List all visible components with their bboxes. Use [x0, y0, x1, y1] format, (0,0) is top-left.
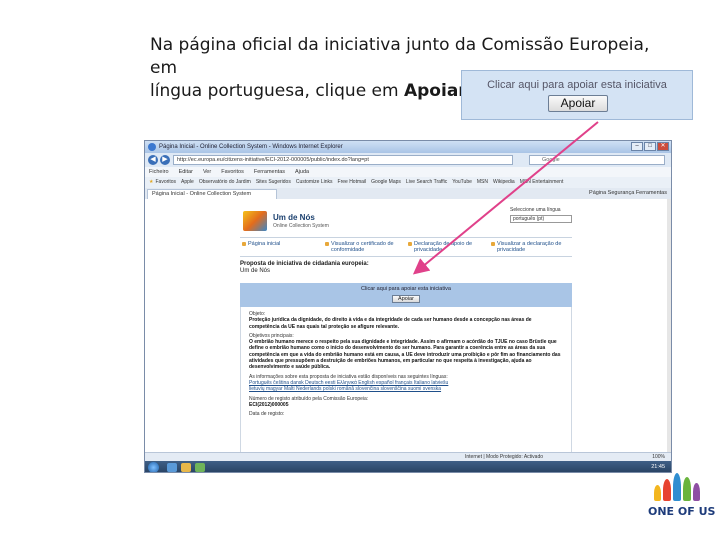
address-bar: ◀ ▶ http://ec.europa.eu/citizens-initiat… [145, 153, 671, 167]
slide-title-apoiar: Apoiar [403, 81, 467, 101]
site-nav: Página inicial Visualizar o certificado … [240, 237, 572, 257]
favorite-link[interactable]: Free Hotmail [338, 177, 367, 188]
slide-title-line2-text: língua portuguesa, clique em [150, 81, 404, 101]
support-callout-text: Clicar aqui para apoiar esta iniciativa [487, 79, 667, 91]
one-of-us-text: ONE OF US [648, 505, 716, 518]
logo-figure [654, 485, 661, 501]
proposal-heading: Proposta de iniciativa de cidadania euro… [240, 261, 572, 275]
data-registo-label: Data de registo: [249, 411, 285, 418]
support-bar: Clicar aqui para apoiar esta iniciativa … [240, 283, 572, 307]
logo-figure [673, 473, 681, 501]
url-input[interactable]: http://ec.europa.eu/citizens-initiative/… [173, 155, 513, 165]
nav-declaracao-privacidade[interactable]: Visualizar a declaração de privacidade [489, 238, 572, 256]
languages-section: As informações sobre esta proposta de in… [249, 374, 563, 393]
maximize-button[interactable]: □ [644, 142, 656, 151]
objeto-section: Objeto: Proteção jurídica da dignidade, … [249, 311, 563, 330]
ie-taskbar-icon[interactable] [167, 463, 177, 472]
page-viewport: Um de Nós Online Collection System Selec… [145, 199, 669, 457]
browser-window: Página Inicial - Online Collection Syste… [144, 140, 672, 473]
window-title: Página Inicial - Online Collection Syste… [159, 144, 343, 150]
site-name: Um de Nós [273, 213, 315, 222]
taskbar: 21:45 [145, 461, 671, 472]
logo-figure [693, 483, 700, 501]
search-input[interactable]: Google [529, 155, 665, 165]
favorite-link[interactable]: Favoritos [149, 177, 176, 188]
favorite-link[interactable]: Google Maps [371, 177, 401, 188]
menu-item-ajuda[interactable]: Ajuda [295, 167, 309, 177]
one-of-us-logo: ONE OF US [640, 462, 716, 518]
menu-item-editar[interactable]: Editar [179, 167, 193, 177]
window-controls: – □ ✕ [630, 142, 669, 152]
menu-item-ferramentas[interactable]: Ferramentas [254, 167, 285, 177]
nav-certificado[interactable]: Visualizar o certificado de conformidade [323, 238, 406, 256]
support-callout-button[interactable]: Apoiar [548, 95, 608, 112]
menu-item-ver[interactable]: Ver [203, 167, 211, 177]
folder-taskbar-icon[interactable] [181, 463, 191, 472]
minimize-button[interactable]: – [631, 142, 643, 151]
proposal-title: Proposta de iniciativa de cidadania euro… [240, 261, 369, 267]
close-button[interactable]: ✕ [657, 142, 669, 151]
command-bar[interactable]: Página Segurança Ferramentas [589, 188, 667, 199]
favorite-link[interactable]: MSN [477, 177, 488, 188]
favorite-link[interactable]: Customize Links [296, 177, 333, 188]
browser-titlebar: Página Inicial - Online Collection Syste… [145, 141, 671, 153]
favorite-link[interactable]: Observatório do Jardim [199, 177, 251, 188]
favorites-bar: Favoritos Apple Observatório do Jardim S… [145, 177, 671, 188]
support-button[interactable]: Apoiar [392, 295, 420, 303]
language-links[interactable]: lietuvių magyar Malti Nederlands polski … [249, 386, 563, 392]
favorite-link[interactable]: YouTube [452, 177, 472, 188]
favorite-link[interactable]: Apple [181, 177, 194, 188]
site-logo-icon [243, 211, 267, 231]
status-bar: Internet | Modo Protegido: Activado 100% [145, 452, 671, 461]
nav-declaracao-apoio[interactable]: Declaração de apoio de privacidade [406, 238, 489, 256]
registo-value: ECI(2012)000005 [249, 401, 289, 408]
vertical-scrollbar[interactable] [667, 199, 671, 452]
ie-icon [148, 143, 156, 151]
initiative-details: Objeto: Proteção jurídica da dignidade, … [240, 307, 572, 457]
language-selector: Seleccione uma língua português (pt) [510, 207, 572, 223]
objetivos-section: Objetivos principais: O embrião humano m… [249, 333, 563, 371]
back-arrow-icon[interactable]: ◀ [148, 155, 158, 165]
tab-bar: Página Inicial - Online Collection Syste… [145, 188, 671, 199]
favorite-link[interactable]: Sites Sugeridos [256, 177, 291, 188]
favorite-link[interactable]: Wikipedia [493, 177, 515, 188]
site-logo: Um de Nós Online Collection System [243, 209, 363, 235]
language-select[interactable]: português (pt) [510, 215, 572, 223]
language-selector-label: Seleccione uma língua [510, 207, 561, 213]
menu-item-favoritos[interactable]: Favoritos [221, 167, 244, 177]
support-bar-text: Clicar aqui para apoiar esta iniciativa [361, 286, 451, 292]
registo-section: Número de registo atribuído pela Comissã… [249, 396, 563, 409]
logo-figure [683, 477, 691, 501]
favorite-link[interactable]: Live Search Traffic [406, 177, 447, 188]
objeto-text: Proteção jurídica da dignidade, do direi… [249, 317, 532, 330]
proposal-name: Um de Nós [240, 268, 271, 274]
tab-pagina-inicial[interactable]: Página Inicial - Online Collection Syste… [147, 189, 277, 199]
data-registo-section: Data de registo: [249, 411, 563, 417]
menu-item-ficheiro[interactable]: Ficheiro [149, 167, 169, 177]
start-button[interactable] [148, 462, 159, 472]
support-callout: Clicar aqui para apoiar esta iniciativa … [461, 70, 693, 120]
objetivos-text: O embrião humano merece o respeito pela … [249, 339, 561, 371]
menu-bar: Ficheiro Editar Ver Favoritos Ferramenta… [145, 167, 671, 177]
security-zone: Internet | Modo Protegido: Activado [465, 454, 544, 460]
site-subtitle: Online Collection System [273, 223, 329, 229]
media-taskbar-icon[interactable] [195, 463, 205, 472]
logo-figure [663, 479, 671, 501]
nav-pagina-inicial[interactable]: Página inicial [240, 238, 323, 256]
favorite-link[interactable]: MSN Entertainment [520, 177, 564, 188]
zoom-level[interactable]: 100% [652, 453, 665, 461]
forward-arrow-icon[interactable]: ▶ [160, 155, 170, 165]
